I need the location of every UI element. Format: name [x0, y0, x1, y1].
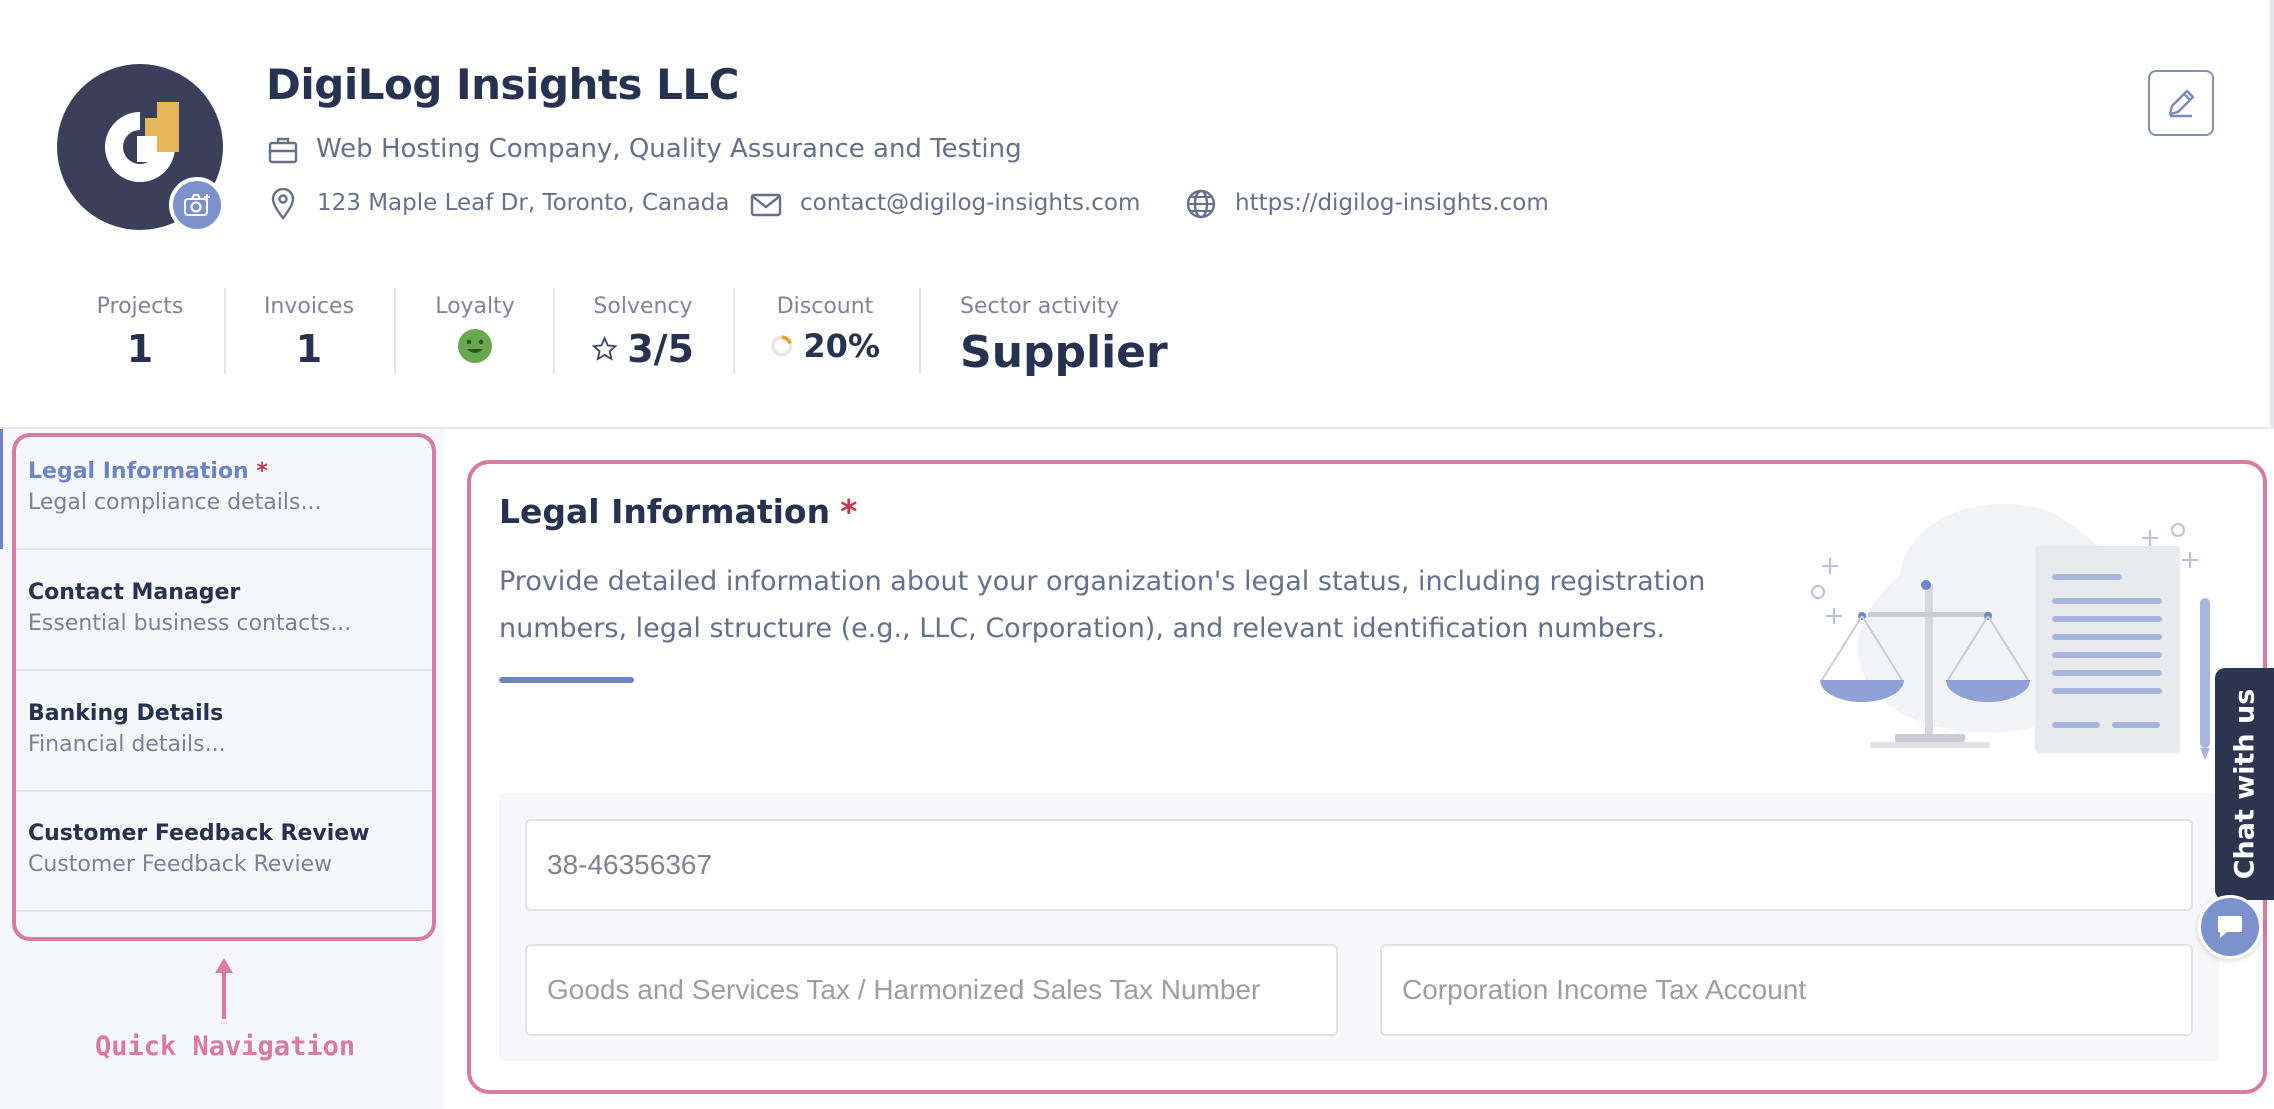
- gst-hst-number-input[interactable]: Goods and Services Tax / Harmonized Sale…: [525, 944, 1338, 1036]
- section-description: Provide detailed information about your …: [499, 566, 1706, 644]
- legal-scales-illustration: [1811, 503, 2210, 760]
- section-title: Legal Information *: [499, 492, 857, 531]
- stat-divider: [224, 288, 226, 374]
- stat-discount: Discount 20%: [770, 294, 880, 365]
- smiley-icon: [458, 329, 492, 363]
- camera-icon: [184, 194, 210, 216]
- stat-loyalty: Loyalty: [434, 294, 516, 365]
- quick-navigation-label: Quick Navigation: [95, 1031, 356, 1062]
- company-tagline: Web Hosting Company, Quality Assurance a…: [316, 134, 1022, 164]
- stat-divider: [394, 288, 396, 374]
- stat-divider: [553, 288, 555, 374]
- stat-invoices-value: 1: [295, 327, 323, 371]
- briefcase-icon: [268, 137, 298, 164]
- stat-discount-value: 20%: [803, 327, 880, 365]
- company-website[interactable]: https://digilog-insights.com: [1235, 190, 1549, 216]
- edit-profile-button[interactable]: [2148, 70, 2214, 136]
- chat-bubble-icon: [2218, 916, 2242, 938]
- stat-solvency-label: Solvency: [593, 294, 693, 319]
- location-pin-icon: [271, 188, 295, 220]
- company-name: DigiLog Insights LLC: [266, 60, 739, 109]
- required-marker: *: [840, 492, 858, 531]
- change-photo-button[interactable]: [169, 177, 225, 233]
- active-indicator: [0, 429, 3, 549]
- stat-solvency: Solvency 3/5: [592, 294, 694, 371]
- stat-loyalty-label: Loyalty: [435, 294, 515, 319]
- scrollbar-track[interactable]: [2270, 0, 2274, 427]
- stat-projects: Projects 1: [96, 294, 184, 371]
- stat-solvency-value: 3/5: [627, 327, 694, 371]
- chat-with-us-label: Chat with us: [2229, 688, 2260, 880]
- stat-sector: Sector activity Supplier: [960, 294, 1168, 378]
- stat-projects-value: 1: [126, 327, 154, 371]
- stat-invoices: Invoices 1: [262, 294, 356, 371]
- pencil-icon: [2168, 89, 2195, 118]
- discount-ring-icon: [771, 335, 793, 357]
- stat-divider: [919, 288, 921, 374]
- stat-projects-label: Projects: [96, 294, 184, 319]
- chat-open-button[interactable]: [2198, 895, 2262, 959]
- stat-sector-value: Supplier: [960, 327, 1168, 378]
- stat-invoices-label: Invoices: [263, 294, 355, 319]
- section-title-text: Legal Information: [499, 492, 831, 531]
- globe-icon: [1186, 189, 1216, 219]
- quick-navigation-highlight: [12, 433, 436, 941]
- stat-sector-label: Sector activity: [960, 294, 1119, 319]
- company-email[interactable]: contact@digilog-insights.com: [800, 190, 1140, 216]
- mail-icon: [750, 193, 782, 217]
- star-icon: [592, 335, 618, 361]
- business-number-input[interactable]: 38-46356367: [525, 819, 2193, 911]
- stat-discount-label: Discount: [776, 294, 874, 319]
- company-address: 123 Maple Leaf Dr, Toronto, Canada: [317, 190, 730, 216]
- chat-with-us-tab[interactable]: Chat with us: [2215, 668, 2274, 900]
- corporation-income-tax-input[interactable]: Corporation Income Tax Account: [1380, 944, 2193, 1036]
- stat-divider: [733, 288, 735, 374]
- arrow-up-icon: [215, 958, 233, 1019]
- title-accent-line: [499, 677, 634, 683]
